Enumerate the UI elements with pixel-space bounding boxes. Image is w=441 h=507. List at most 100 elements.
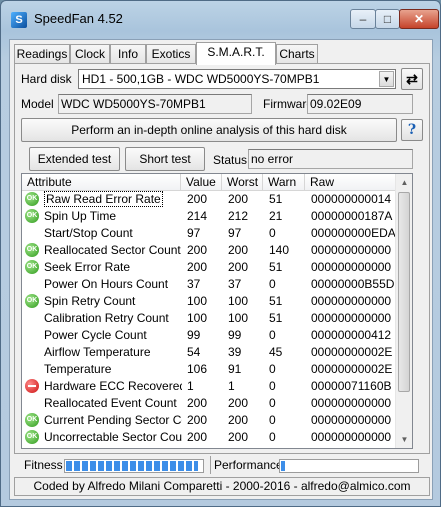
table-row[interactable]: Power Cycle Count 99 99 0 000000000412 bbox=[22, 327, 396, 344]
table-row[interactable]: Start/Stop Count 97 97 0 000000000EDA bbox=[22, 225, 396, 242]
scroll-down-icon[interactable]: ▼ bbox=[396, 431, 412, 448]
tab-exotics[interactable]: Exotics bbox=[146, 44, 196, 64]
raw-cell: 00000000B55D bbox=[311, 277, 395, 291]
firmware-label: Firmware bbox=[263, 97, 313, 111]
attribute-text: Seek Error Rate bbox=[44, 260, 131, 274]
smart-attributes-table[interactable]: Attribute Value Worst Warn Raw OK Raw Rea… bbox=[21, 173, 413, 449]
col-attribute[interactable]: Attribute bbox=[22, 174, 181, 191]
client-area: Readings Clock Info Exotics S.M.A.R.T. C… bbox=[9, 39, 433, 500]
tab-info[interactable]: Info bbox=[110, 44, 146, 64]
table-row[interactable]: OK Spin Up Time 214 212 21 00000000187A bbox=[22, 208, 396, 225]
attribute-text: Spin Retry Count bbox=[44, 294, 136, 308]
warn-cell: 0 bbox=[269, 430, 276, 444]
status-label: Status bbox=[213, 153, 248, 167]
col-worst[interactable]: Worst bbox=[222, 174, 263, 191]
worst-cell: 37 bbox=[228, 277, 242, 291]
table-row[interactable]: Temperature 106 91 0 00000000002E bbox=[22, 361, 396, 378]
raw-cell: 000000000000 bbox=[311, 396, 392, 410]
attribute-cell: Start/Stop Count bbox=[44, 225, 182, 242]
short-test-button[interactable]: Short test bbox=[125, 147, 205, 171]
table-row[interactable]: Hardware ECC Recovered 1 1 0 00000071160B bbox=[22, 378, 396, 395]
col-value[interactable]: Value bbox=[181, 174, 222, 191]
vertical-scrollbar[interactable]: ▲ ▼ bbox=[395, 174, 412, 448]
value-cell: 97 bbox=[187, 226, 201, 240]
table-row[interactable]: OKCurrent Pending Sector Co...2002000000… bbox=[22, 412, 396, 429]
table-row[interactable]: Reallocated Event Count 200 200 0 0000000000… bbox=[22, 395, 396, 412]
app-icon: S bbox=[11, 12, 27, 28]
worst-cell: 100 bbox=[228, 294, 249, 308]
minimize-button[interactable]: – bbox=[350, 9, 376, 29]
fitness-bar-fill bbox=[66, 461, 198, 471]
table-row[interactable]: OK Reallocated Sector Count 200 200 140 00000… bbox=[22, 242, 396, 259]
tab-smart[interactable]: S.M.A.R.T. bbox=[196, 42, 276, 65]
attribute-text: Uncorrectable Sector Count bbox=[44, 430, 182, 444]
raw-cell: 000000000000 bbox=[311, 260, 392, 274]
value-cell: 200 bbox=[187, 260, 208, 274]
attribute-cell: Uncorrectable Sector Count bbox=[44, 429, 182, 446]
ok-status-icon: OK bbox=[25, 209, 39, 223]
raw-cell: 00000000002E bbox=[311, 362, 393, 376]
warn-cell: 51 bbox=[269, 311, 283, 325]
analysis-button[interactable]: Perform an in-depth online analysis of t… bbox=[21, 118, 397, 142]
col-raw[interactable]: Raw bbox=[305, 174, 396, 191]
title-bar[interactable]: S SpeedFan 4.52 – □ ✕ bbox=[1, 1, 440, 39]
worst-cell: 200 bbox=[228, 192, 249, 206]
col-warn[interactable]: Warn bbox=[263, 174, 305, 191]
performance-bar bbox=[279, 459, 419, 473]
help-button[interactable]: ? bbox=[401, 119, 423, 141]
extended-test-button[interactable]: Extended test bbox=[29, 147, 120, 171]
hard-disk-select[interactable]: HD1 - 500,1GB - WDC WD5000YS-70MPB1 ▼ bbox=[78, 69, 396, 89]
ok-status-icon: OK bbox=[25, 260, 39, 274]
attribute-cell: Calibration Retry Count bbox=[44, 310, 182, 327]
attribute-cell: Spin Up Time bbox=[44, 208, 182, 225]
table-row[interactable]: OK Raw Read Error Rate 200 200 51 00000000001… bbox=[22, 191, 396, 208]
table-header: Attribute Value Worst Warn Raw bbox=[22, 174, 396, 191]
warn-cell: 140 bbox=[269, 243, 290, 257]
tab-charts[interactable]: Charts bbox=[276, 44, 318, 64]
table-row[interactable]: OK Seek Error Rate 200 200 51 000000000000 bbox=[22, 259, 396, 276]
worst-cell: 200 bbox=[228, 260, 249, 274]
refresh-icon: ⇄ bbox=[406, 71, 418, 87]
maximize-button[interactable]: □ bbox=[375, 9, 400, 29]
footer-credits: Coded by Alfredo Milani Comparetti - 200… bbox=[14, 477, 430, 496]
attribute-cell: Temperature bbox=[44, 361, 182, 378]
tab-clock[interactable]: Clock bbox=[70, 44, 110, 64]
warn-cell: 0 bbox=[269, 396, 276, 410]
table-row[interactable]: Power On Hours Count 37 37 0 00000000B55D bbox=[22, 276, 396, 293]
attribute-text: Temperature bbox=[44, 362, 112, 376]
performance-label: Performance bbox=[214, 458, 283, 472]
ok-status-icon: OK bbox=[25, 413, 39, 427]
value-cell: 100 bbox=[187, 311, 208, 325]
worst-cell: 212 bbox=[228, 209, 249, 223]
table-row[interactable]: OK Uncorrectable Sector Count 200 200 0 00000… bbox=[22, 429, 396, 446]
table-row[interactable]: Airflow Temperature 54 39 45 00000000002E bbox=[22, 344, 396, 361]
warn-cell: 0 bbox=[269, 277, 276, 291]
worst-cell: 1 bbox=[228, 379, 235, 393]
hard-disk-value: HD1 - 500,1GB - WDC WD5000YS-70MPB1 bbox=[82, 72, 320, 86]
attribute-cell: Reallocated Sector Count bbox=[44, 242, 182, 259]
value-cell: 200 bbox=[187, 192, 208, 206]
worst-cell: 91 bbox=[228, 362, 242, 376]
scroll-up-icon[interactable]: ▲ bbox=[396, 174, 412, 191]
warn-cell: 51 bbox=[269, 192, 283, 206]
warn-cell: 51 bbox=[269, 260, 283, 274]
fitness-bar bbox=[64, 459, 204, 473]
table-row[interactable]: Calibration Retry Count 100 100 51 000000000… bbox=[22, 310, 396, 327]
attribute-text: Start/Stop Count bbox=[44, 226, 133, 240]
warn-cell: 0 bbox=[269, 413, 276, 427]
dropdown-arrow-icon[interactable]: ▼ bbox=[379, 71, 394, 87]
worst-cell: 39 bbox=[228, 345, 242, 359]
tab-readings[interactable]: Readings bbox=[14, 44, 70, 64]
scroll-thumb[interactable] bbox=[398, 192, 410, 392]
warn-cell: 21 bbox=[269, 209, 283, 223]
ok-status-icon: OK bbox=[25, 243, 39, 257]
warn-cell: 51 bbox=[269, 294, 283, 308]
table-row[interactable]: OK Spin Retry Count 100 100 51 000000000000 bbox=[22, 293, 396, 310]
close-button[interactable]: ✕ bbox=[399, 9, 439, 29]
status-field: no error bbox=[248, 149, 413, 169]
model-field: WDC WD5000YS-70MPB1 bbox=[58, 94, 252, 114]
attribute-text: Calibration Retry Count bbox=[44, 311, 169, 325]
attribute-text: Reallocated Sector Count bbox=[44, 243, 181, 257]
attribute-cell: Power Cycle Count bbox=[44, 327, 182, 344]
refresh-button[interactable]: ⇄ bbox=[401, 68, 423, 90]
